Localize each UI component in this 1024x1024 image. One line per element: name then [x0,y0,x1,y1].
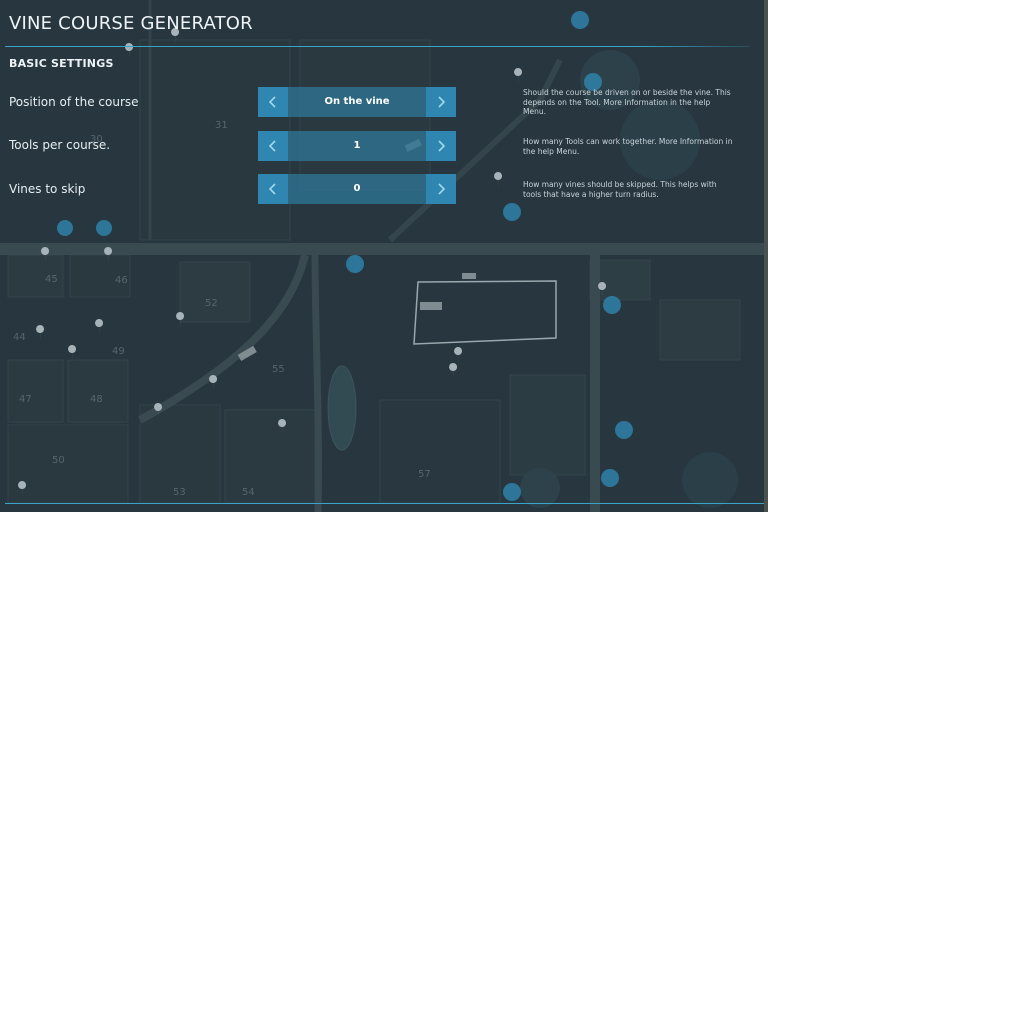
previous-option-button[interactable] [258,131,288,161]
vines-skip-selector: 0 [258,174,456,204]
selected-value: 1 [353,140,361,151]
help-text-tools: How many Tools can work together. More I… [523,137,733,156]
chevron-left-icon [268,140,276,152]
section-title: BASIC SETTINGS [9,57,114,70]
window-edge [764,0,768,512]
help-text-position: Should the course be driven on or beside… [523,88,731,116]
chevron-left-icon [268,96,276,108]
next-option-button[interactable] [426,131,456,161]
chevron-right-icon [438,183,446,195]
next-option-button[interactable] [426,87,456,117]
setting-label-position: Position of the course [9,95,139,109]
tools-selector: 1 [258,131,456,161]
chevron-left-icon [268,183,276,195]
bottom-divider [5,503,765,504]
next-option-button[interactable] [426,174,456,204]
help-text-vines-skip: How many vines should be skipped. This h… [523,180,717,199]
setting-label-vines-skip: Vines to skip [9,182,86,196]
course-generator-dialog: VINE COURSE GENERATOR BASIC SETTINGS Pos… [0,0,768,512]
game-screen: 30 31 45 46 52 44 49 47 48 55 50 53 54 5… [0,0,768,512]
previous-option-button[interactable] [258,174,288,204]
title-divider [5,46,750,47]
chevron-right-icon [438,96,446,108]
selected-value: On the vine [324,96,390,107]
chevron-right-icon [438,140,446,152]
page-title: VINE COURSE GENERATOR [9,13,253,34]
previous-option-button[interactable] [258,87,288,117]
setting-label-tools: Tools per course. [9,138,111,152]
selected-value: 0 [353,183,361,194]
position-selector: On the vine [258,87,456,117]
